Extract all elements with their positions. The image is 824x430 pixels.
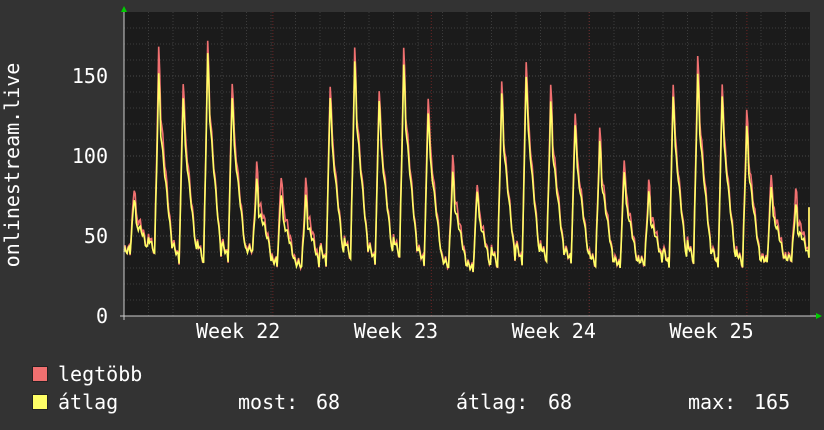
y-axis-label: onlinestream.live bbox=[0, 63, 24, 268]
x-tick-label: Week 23 bbox=[354, 319, 438, 343]
stat-current-label: most: bbox=[238, 390, 299, 414]
x-tick-label: Week 25 bbox=[669, 319, 753, 343]
x-axis-arrow-icon bbox=[816, 313, 822, 319]
y-tick-label: 0 bbox=[96, 304, 108, 328]
legend-label-max: legtöbb bbox=[58, 362, 143, 386]
stat-average-value: 68 bbox=[548, 390, 573, 414]
legend-row-max: legtöbb bbox=[0, 362, 824, 388]
y-tick-label: 150 bbox=[72, 64, 108, 88]
x-tick-labels: Week 22 Week 23 Week 24 Week 25 bbox=[196, 319, 754, 343]
stat-max-value: 165 bbox=[754, 390, 791, 414]
legend-swatch-avg bbox=[32, 394, 48, 410]
stat-max-label: max: bbox=[688, 390, 737, 414]
legend-swatch-max bbox=[32, 366, 48, 382]
stat-current-value: 68 bbox=[316, 390, 341, 414]
y-axis-arrow-icon bbox=[121, 6, 127, 12]
x-tick-label: Week 24 bbox=[512, 319, 596, 343]
y-tick-labels: 0 50 100 150 bbox=[72, 64, 108, 328]
y-tick-label: 50 bbox=[84, 224, 108, 248]
legend-row-avg: átlag most: 68 átlag: 68 max: 165 bbox=[0, 390, 824, 416]
x-tick-label: Week 22 bbox=[196, 319, 280, 343]
legend-label-avg: átlag bbox=[58, 390, 119, 414]
y-tick-label: 100 bbox=[72, 144, 108, 168]
stat-average-label: átlag: bbox=[456, 390, 529, 414]
